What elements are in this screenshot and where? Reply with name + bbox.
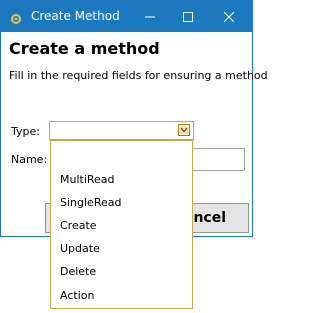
chevron-down-icon: [180, 127, 188, 133]
window-title: Create Method: [31, 9, 120, 23]
maximize-button[interactable]: [168, 1, 208, 32]
close-icon: [224, 11, 234, 22]
cancel-button[interactable]: ancel: [191, 203, 249, 233]
type-label: Type:: [11, 125, 40, 138]
minimize-button[interactable]: [130, 1, 170, 32]
type-dropdown-list: MultiRead SingleRead Create Update Delet…: [50, 140, 193, 309]
dropdown-option-create[interactable]: Create: [60, 219, 97, 233]
app-icon: [10, 10, 22, 24]
type-select[interactable]: [49, 121, 194, 140]
dropdown-option-singleread[interactable]: SingleRead: [60, 196, 121, 210]
dropdown-option-delete[interactable]: Delete: [60, 265, 96, 279]
dropdown-option-multiread[interactable]: MultiRead: [60, 173, 115, 187]
maximize-icon: [183, 11, 193, 22]
dropdown-option-update[interactable]: Update: [60, 242, 100, 256]
app-root: Create Method Create a method Fill in th…: [0, 0, 268, 313]
instructions-text: Fill in the required fields for ensuring…: [9, 69, 268, 82]
name-input[interactable]: [191, 148, 245, 171]
cancel-button-label: ancel: [192, 210, 227, 226]
page-heading: Create a method: [9, 39, 160, 58]
title-bar[interactable]: Create Method: [1, 1, 252, 32]
name-label: Name:: [11, 153, 48, 166]
dropdown-toggle[interactable]: [178, 124, 190, 136]
dropdown-option-action[interactable]: Action: [60, 289, 94, 303]
close-button[interactable]: [209, 1, 249, 32]
minimize-icon: [145, 16, 155, 17]
